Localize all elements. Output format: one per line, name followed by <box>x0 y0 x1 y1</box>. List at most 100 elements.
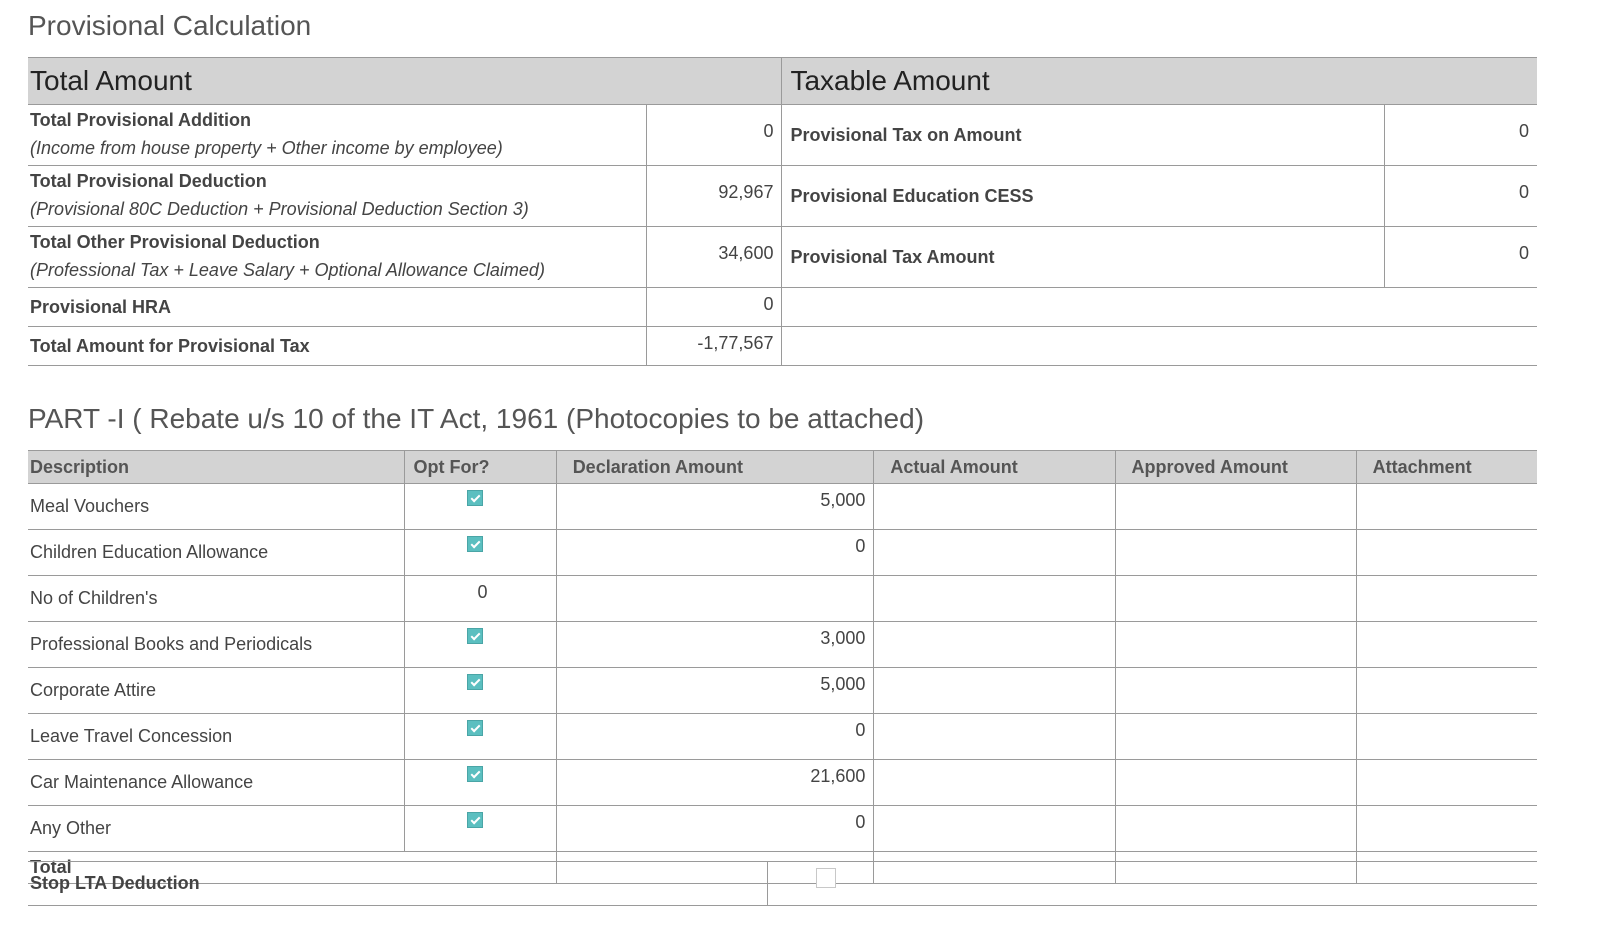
stop-lta-label: Stop LTA Deduction <box>28 861 767 906</box>
declaration-amount[interactable]: 0 <box>555 805 874 852</box>
table-row: Total Amount for Provisional Tax -1,77,5… <box>28 326 1537 366</box>
stop-lta-cell <box>766 861 1537 906</box>
opt-cell <box>404 529 557 576</box>
declaration-amount <box>555 575 874 622</box>
provisional-education-cess-label: Provisional Education CESS <box>781 165 1385 227</box>
row-description: No of Children's <box>28 575 405 622</box>
row-label: Total Provisional Deduction (Provisional… <box>28 165 647 227</box>
part1-title: PART -I ( Rebate u/s 10 of the IT Act, 1… <box>28 403 925 434</box>
provisional-hra-label: Provisional HRA <box>30 297 172 317</box>
table-row: Any Other 0 <box>28 805 1537 852</box>
row-description: Leave Travel Concession <box>28 713 405 760</box>
provisional-table: Total Amount Taxable Amount Total Provis… <box>28 57 1537 366</box>
total-amount-for-provisional-tax-label: Total Amount for Provisional Tax <box>30 336 310 356</box>
total-amount-for-provisional-tax-value: -1,77,567 <box>645 326 782 366</box>
row-label: Total Provisional Addition (Income from … <box>28 104 647 166</box>
col-opt-for: Opt For? <box>404 450 557 484</box>
approved-amount[interactable] <box>1114 713 1357 760</box>
table-row: Total Provisional Deduction (Provisional… <box>28 165 1537 227</box>
row-description: Corporate Attire <box>28 667 405 714</box>
opt-cell <box>404 667 557 714</box>
attachment[interactable] <box>1355 483 1537 530</box>
table-row: Total Other Provisional Deduction (Profe… <box>28 226 1537 288</box>
approved-amount[interactable] <box>1114 621 1357 668</box>
actual-amount[interactable] <box>873 713 1116 760</box>
row-label: Total Amount for Provisional Tax <box>28 326 647 366</box>
provisional-tax-on-amount-value: 0 <box>1384 104 1537 166</box>
table-row: Stop LTA Deduction <box>28 861 1537 906</box>
row-description: Children Education Allowance <box>28 529 405 576</box>
actual-amount[interactable] <box>873 621 1116 668</box>
opt-checkbox[interactable] <box>466 628 483 644</box>
row-description: Professional Books and Periodicals <box>28 621 405 668</box>
attachment[interactable] <box>1355 529 1537 576</box>
attachment[interactable] <box>1355 621 1537 668</box>
children-count[interactable]: 0 <box>404 575 557 622</box>
opt-checkbox[interactable] <box>466 812 483 828</box>
total-provisional-addition-note: (Income from house property + Other inco… <box>30 138 503 158</box>
opt-checkbox[interactable] <box>466 720 483 736</box>
declaration-amount[interactable]: 3,000 <box>555 621 874 668</box>
provisional-calculation-title: Provisional Calculation <box>28 10 312 41</box>
table-row: Corporate Attire 5,000 <box>28 667 1537 714</box>
row-label: Provisional HRA <box>28 287 647 327</box>
attachment[interactable] <box>1355 759 1537 806</box>
opt-cell <box>404 713 557 760</box>
actual-amount <box>873 575 1116 622</box>
provisional-hra-value: 0 <box>645 287 782 327</box>
provisional-education-cess-value: 0 <box>1384 165 1537 227</box>
col-approved-amount: Approved Amount <box>1114 450 1357 484</box>
col-actual-amount: Actual Amount <box>873 450 1116 484</box>
stop-lta-checkbox[interactable] <box>815 868 836 888</box>
approved-amount[interactable] <box>1114 483 1357 530</box>
actual-amount[interactable] <box>873 483 1116 530</box>
approved-amount[interactable] <box>1114 667 1357 714</box>
empty-cell <box>781 287 1537 327</box>
total-provisional-deduction-note: (Provisional 80C Deduction + Provisional… <box>30 199 529 219</box>
total-provisional-deduction-label: Total Provisional Deduction <box>30 171 267 191</box>
approved-amount[interactable] <box>1114 529 1357 576</box>
opt-checkbox[interactable] <box>466 536 483 552</box>
row-description: Car Maintenance Allowance <box>28 759 405 806</box>
actual-amount[interactable] <box>873 667 1116 714</box>
opt-checkbox[interactable] <box>466 674 483 690</box>
approved-amount <box>1114 575 1357 622</box>
declaration-amount[interactable]: 5,000 <box>555 667 874 714</box>
stop-lta-table: Stop LTA Deduction <box>28 861 1537 906</box>
provisional-tax-amount-value: 0 <box>1384 226 1537 288</box>
part1-table: Description Opt For? Declaration Amount … <box>28 450 1537 884</box>
total-other-provisional-deduction-note: (Professional Tax + Leave Salary + Optio… <box>30 260 545 280</box>
empty-cell <box>781 326 1537 366</box>
actual-amount[interactable] <box>873 529 1116 576</box>
actual-amount[interactable] <box>873 805 1116 852</box>
row-label: Total Other Provisional Deduction (Profe… <box>28 226 647 288</box>
opt-cell <box>404 805 557 852</box>
table-row: Children Education Allowance 0 <box>28 529 1537 576</box>
opt-checkbox[interactable] <box>466 766 483 782</box>
attachment[interactable] <box>1355 805 1537 852</box>
attachment <box>1355 575 1537 622</box>
opt-cell <box>404 621 557 668</box>
attachment[interactable] <box>1355 667 1537 714</box>
approved-amount[interactable] <box>1114 805 1357 852</box>
total-provisional-addition-value: 0 <box>645 104 782 166</box>
table-header-row: Description Opt For? Declaration Amount … <box>28 450 1537 484</box>
declaration-amount[interactable]: 21,600 <box>555 759 874 806</box>
table-row: Car Maintenance Allowance 21,600 <box>28 759 1537 806</box>
opt-cell <box>404 759 557 806</box>
col-description: Description <box>28 450 405 484</box>
opt-cell <box>404 483 557 530</box>
table-row: Meal Vouchers 5,000 <box>28 483 1537 530</box>
declaration-amount[interactable]: 0 <box>555 713 874 760</box>
attachment[interactable] <box>1355 713 1537 760</box>
row-description: Any Other <box>28 805 405 852</box>
table-row: Leave Travel Concession 0 <box>28 713 1537 760</box>
col-attachment: Attachment <box>1355 450 1537 484</box>
actual-amount[interactable] <box>873 759 1116 806</box>
declaration-amount[interactable]: 0 <box>555 529 874 576</box>
declaration-amount[interactable]: 5,000 <box>555 483 874 530</box>
table-row: No of Children's 0 <box>28 575 1537 622</box>
opt-checkbox[interactable] <box>466 490 483 506</box>
approved-amount[interactable] <box>1114 759 1357 806</box>
total-provisional-deduction-value: 92,967 <box>645 165 782 227</box>
